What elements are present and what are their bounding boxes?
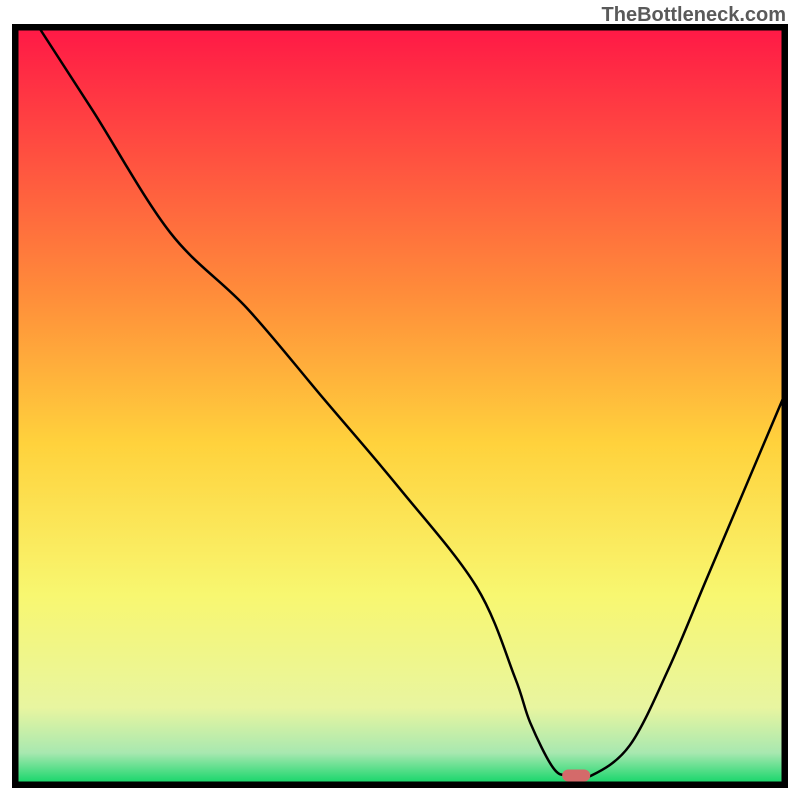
- chart-svg: [12, 24, 788, 788]
- plot-area: [12, 24, 788, 788]
- watermark-text: TheBottleneck.com: [602, 4, 786, 27]
- marker-pill: [562, 769, 590, 781]
- chart-container: { "watermark": "TheBottleneck.com", "cha…: [0, 0, 800, 800]
